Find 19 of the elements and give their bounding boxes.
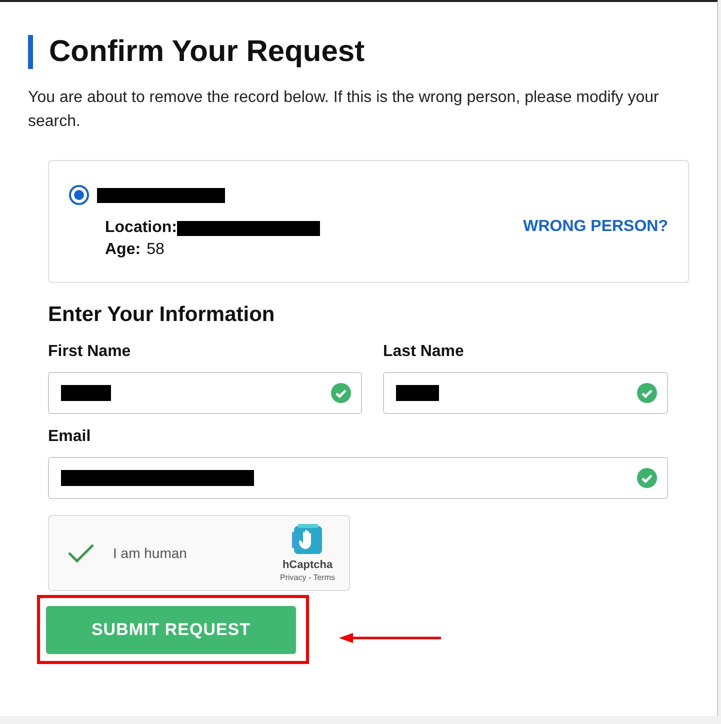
wrong-person-link[interactable]: WRONG PERSON? — [523, 218, 668, 236]
captcha-brand: hCaptcha — [282, 559, 333, 571]
captcha-widget[interactable]: I am human hCaptcha Privacy - Terms — [48, 515, 350, 591]
hand-logo-icon — [292, 524, 324, 556]
field-label: Email — [48, 428, 92, 446]
privacy-terms-links[interactable]: Privacy - Terms — [280, 573, 335, 582]
field-label: Last Name — [383, 343, 465, 361]
input-field[interactable] — [383, 372, 668, 414]
input-field[interactable] — [48, 457, 668, 499]
radio-button[interactable] — [69, 185, 89, 205]
age-value: 58 — [146, 241, 164, 259]
age-label: Age: — [105, 241, 141, 259]
input-field[interactable] — [48, 372, 362, 414]
page-title: Confirm Your Request — [49, 35, 365, 69]
intro-text: You are about to remove the record below. If this is the wrong person, please modify your search. — [28, 88, 660, 132]
captcha-label: I am human — [113, 545, 188, 561]
field-label: First Name — [48, 343, 132, 361]
section-title: Enter Your Information — [48, 303, 276, 327]
location-label: Location: — [105, 219, 177, 237]
